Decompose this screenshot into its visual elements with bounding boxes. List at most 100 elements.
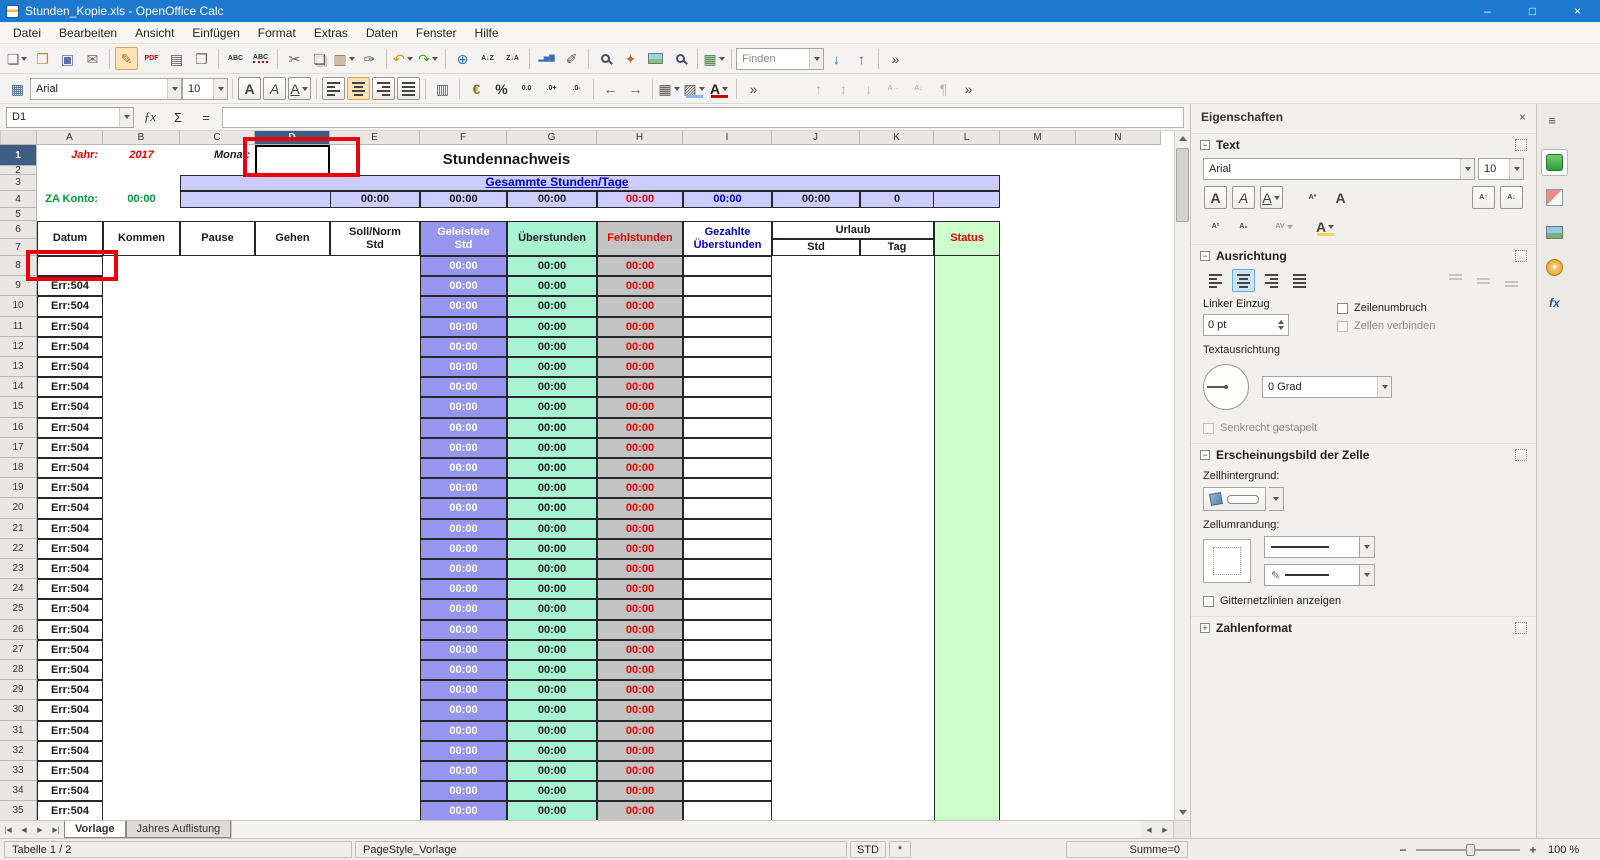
row-header-27[interactable]: 27 xyxy=(0,640,37,660)
cell-F27[interactable]: 00:00 xyxy=(420,640,507,660)
cell-F20[interactable]: 00:00 xyxy=(420,498,507,518)
row-header-11[interactable]: 11 xyxy=(0,317,37,337)
row-header-19[interactable]: 19 xyxy=(0,478,37,498)
cell-background-dropdown-icon[interactable] xyxy=(1269,487,1284,511)
text-section-options-icon[interactable] xyxy=(1515,139,1527,151)
cell-A11[interactable]: Err:504 xyxy=(37,317,103,337)
character-style-icon[interactable]: A* xyxy=(1301,186,1324,209)
cell-G11[interactable]: 00:00 xyxy=(507,317,597,337)
cell-G31[interactable]: 00:00 xyxy=(507,721,597,741)
cell-I16[interactable] xyxy=(683,418,772,438)
cell-H19[interactable]: 00:00 xyxy=(597,478,683,498)
cell-F16[interactable]: 00:00 xyxy=(420,418,507,438)
find-dropdown-icon[interactable] xyxy=(809,49,823,69)
cell-A13[interactable]: Err:504 xyxy=(37,357,103,377)
cell-G35[interactable]: 00:00 xyxy=(507,801,597,820)
rotation-degrees-dropdown-icon[interactable] xyxy=(1377,377,1391,397)
cell-I31[interactable] xyxy=(683,721,772,741)
find-replace-icon[interactable] xyxy=(594,47,617,70)
toolbar-more-icon[interactable]: » xyxy=(884,47,907,70)
maximize-button[interactable]: □ xyxy=(1510,0,1555,22)
cell-F35[interactable]: 00:00 xyxy=(420,801,507,820)
cell-H22[interactable]: 00:00 xyxy=(597,539,683,559)
cell-H27[interactable]: 00:00 xyxy=(597,640,683,660)
sort-ascending-icon[interactable]: A↓Z xyxy=(476,47,499,70)
paragraph-icon[interactable]: ¶ xyxy=(932,77,955,100)
show-gridlines-checkbox[interactable]: Gitternetzlinien anzeigen xyxy=(1203,592,1341,610)
cell-F19[interactable]: 00:00 xyxy=(420,478,507,498)
cell-G21[interactable]: 00:00 xyxy=(507,519,597,539)
cell-I17[interactable] xyxy=(683,438,772,458)
cell-F34[interactable]: 00:00 xyxy=(420,781,507,801)
new-document-dropdown-icon[interactable] xyxy=(20,47,28,70)
cell-A35[interactable]: Err:504 xyxy=(37,801,103,820)
align-top-icon[interactable]: ↑ xyxy=(807,77,830,100)
cell-A33[interactable]: Err:504 xyxy=(37,761,103,781)
add-decimal-icon[interactable]: .0+ xyxy=(540,77,563,100)
cell-H4[interactable]: 00:00 xyxy=(597,191,683,208)
redo-icon[interactable]: ↷ xyxy=(417,47,440,70)
open-icon[interactable]: ❒ xyxy=(31,47,54,70)
row-header-34[interactable]: 34 xyxy=(0,781,37,801)
undo-icon[interactable]: ↶ xyxy=(392,47,415,70)
line-color-button[interactable]: ✎ xyxy=(1264,564,1360,586)
cell-G30[interactable]: 00:00 xyxy=(507,700,597,720)
cell-F10[interactable]: 00:00 xyxy=(420,296,507,316)
cell-I25[interactable] xyxy=(683,599,772,619)
column-header-N[interactable]: N xyxy=(1076,131,1161,145)
new-document-icon[interactable]: ❏ xyxy=(6,47,29,70)
cell-I11[interactable] xyxy=(683,317,772,337)
cell-H8[interactable]: 00:00 xyxy=(597,256,683,276)
indent-spinner[interactable]: 0 pt xyxy=(1203,314,1289,336)
sidebar-underline-dropdown-icon[interactable] xyxy=(1273,187,1281,208)
align-justify-icon[interactable] xyxy=(397,77,420,100)
underline-icon[interactable]: A xyxy=(288,77,311,100)
line-color-dropdown-icon[interactable] xyxy=(1360,564,1375,586)
cell-F29[interactable]: 00:00 xyxy=(420,680,507,700)
data-sources-icon[interactable]: ▦ xyxy=(703,47,726,70)
row-header-3[interactable]: 3 xyxy=(0,175,37,191)
superscript-icon[interactable]: A² xyxy=(1204,215,1227,238)
row-header-12[interactable]: 12 xyxy=(0,337,37,357)
merge-cells-checkbox[interactable]: Zellen verbinden xyxy=(1337,317,1524,335)
cell-I4[interactable]: 00:00 xyxy=(683,191,772,208)
align-bottom-icon[interactable]: ↓ xyxy=(857,77,880,100)
cell-I28[interactable] xyxy=(683,660,772,680)
column-header-I[interactable]: I xyxy=(683,131,772,145)
cell-H31[interactable]: 00:00 xyxy=(597,721,683,741)
font-color-red-icon[interactable]: A xyxy=(1329,186,1352,209)
highlight-color-icon[interactable]: A xyxy=(1314,215,1337,238)
menu-format[interactable]: Format xyxy=(249,24,305,42)
cell-H35[interactable]: 00:00 xyxy=(597,801,683,820)
sidebar-close-icon[interactable]: × xyxy=(1519,110,1526,124)
cell-G18[interactable]: 00:00 xyxy=(507,458,597,478)
cell-F25[interactable]: 00:00 xyxy=(420,599,507,619)
column-header-B[interactable]: B xyxy=(103,131,180,145)
properties-deck-icon[interactable] xyxy=(1541,149,1568,176)
row-header-32[interactable]: 32 xyxy=(0,741,37,761)
currency-format-icon[interactable]: € xyxy=(465,77,488,100)
row-header-26[interactable]: 26 xyxy=(0,620,37,640)
minimize-button[interactable]: – xyxy=(1465,0,1510,22)
cell-I15[interactable] xyxy=(683,397,772,417)
edit-file-icon[interactable]: ✎ xyxy=(115,47,138,70)
collapse-icon[interactable]: − xyxy=(1200,450,1210,460)
spinner-arrows[interactable] xyxy=(1278,320,1284,330)
cell-A22[interactable]: Err:504 xyxy=(37,539,103,559)
cell-H16[interactable]: 00:00 xyxy=(597,418,683,438)
bold-icon[interactable]: A xyxy=(238,77,261,100)
cell-A34[interactable]: Err:504 xyxy=(37,781,103,801)
formula-input[interactable] xyxy=(222,107,1184,128)
cell-H18[interactable]: 00:00 xyxy=(597,458,683,478)
increase-font-icon[interactable]: A↑ xyxy=(1472,186,1495,209)
border-picker-button[interactable] xyxy=(1203,539,1251,583)
data-sources-dropdown-icon[interactable] xyxy=(718,47,726,70)
standard-format-icon[interactable]: 0.0 xyxy=(515,77,538,100)
spellcheck-icon[interactable]: ABC xyxy=(224,47,247,70)
cell-G9[interactable]: 00:00 xyxy=(507,276,597,296)
column-header-G[interactable]: G xyxy=(507,131,597,145)
redo-dropdown-icon[interactable] xyxy=(431,47,439,70)
cell-G34[interactable]: 00:00 xyxy=(507,781,597,801)
align-center-icon[interactable] xyxy=(347,77,370,100)
zoom-out-icon[interactable]: − xyxy=(1396,843,1410,857)
